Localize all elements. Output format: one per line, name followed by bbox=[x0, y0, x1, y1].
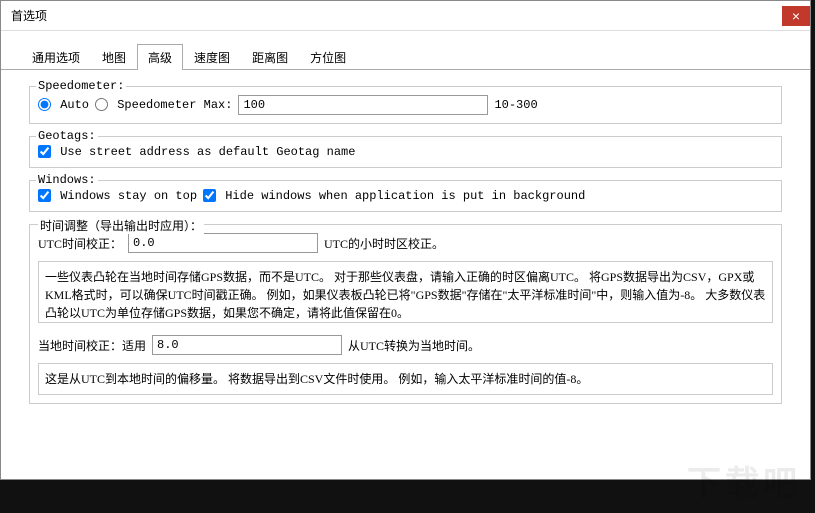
utc-description[interactable]: 一些仪表凸轮在当地时间存储GPS数据，而不是UTC。 对于那些仪表盘，请输入正确… bbox=[38, 261, 773, 323]
tab-3[interactable]: 速度图 bbox=[183, 44, 241, 70]
tab-4[interactable]: 距离图 bbox=[241, 44, 299, 70]
local-correction-label: 当地时间校正：适用 bbox=[38, 337, 146, 354]
local-correction-hint: 从UTC转换为当地时间。 bbox=[348, 337, 480, 354]
legend-windows: Windows: bbox=[36, 173, 98, 187]
radio-auto-label[interactable]: Auto bbox=[38, 98, 89, 112]
checkbox-stay-top[interactable] bbox=[38, 189, 51, 202]
checkbox-hide-bg[interactable] bbox=[203, 189, 216, 202]
checkbox-stay-top-label[interactable]: Windows stay on top bbox=[38, 189, 197, 203]
legend-speedometer: Speedometer: bbox=[36, 79, 126, 93]
local-correction-input[interactable] bbox=[152, 335, 342, 355]
checkbox-hide-bg-label[interactable]: Hide windows when application is put in … bbox=[203, 189, 585, 203]
group-speedometer: Speedometer: Auto Speedometer Max: 10-30… bbox=[29, 86, 782, 124]
titlebar: 首选项 × bbox=[1, 1, 810, 31]
speedometer-range-hint: 10-300 bbox=[494, 98, 537, 112]
tab-content-advanced: Speedometer: Auto Speedometer Max: 10-30… bbox=[1, 70, 810, 414]
radio-auto[interactable] bbox=[38, 98, 51, 111]
group-time-adjust: 时间调整（导出输出时应用）： UTC时间校正： UTC的小时时区校正。 一些仪表… bbox=[29, 224, 782, 404]
tab-1[interactable]: 地图 bbox=[91, 44, 137, 70]
utc-correction-label: UTC时间校正： bbox=[38, 235, 122, 252]
utc-correction-hint: UTC的小时时区校正。 bbox=[324, 235, 444, 252]
checkbox-street[interactable] bbox=[38, 145, 51, 158]
window-title: 首选项 bbox=[11, 7, 47, 24]
legend-time-adjust: 时间调整（导出输出时应用）： bbox=[38, 217, 204, 234]
preferences-window: 首选项 × 通用选项地图高级速度图距离图方位图 Speedometer: Aut… bbox=[0, 0, 811, 480]
close-button[interactable]: × bbox=[782, 6, 810, 26]
tab-5[interactable]: 方位图 bbox=[299, 44, 357, 70]
tab-2[interactable]: 高级 bbox=[137, 44, 183, 70]
group-geotags: Geotags: Use street address as default G… bbox=[29, 136, 782, 168]
utc-correction-input[interactable] bbox=[128, 233, 318, 253]
group-windows: Windows: Windows stay on top Hide window… bbox=[29, 180, 782, 212]
checkbox-street-label[interactable]: Use street address as default Geotag nam… bbox=[38, 145, 355, 159]
speedometer-max-input[interactable] bbox=[238, 95, 488, 115]
tab-bar: 通用选项地图高级速度图距离图方位图 bbox=[1, 31, 810, 70]
tab-0[interactable]: 通用选项 bbox=[21, 44, 91, 70]
close-icon: × bbox=[792, 8, 800, 24]
radio-max-label[interactable]: Speedometer Max: bbox=[95, 98, 232, 112]
local-description[interactable]: 这是从UTC到本地时间的偏移量。 将数据导出到CSV文件时使用。 例如，输入太平… bbox=[38, 363, 773, 395]
radio-max[interactable] bbox=[95, 98, 108, 111]
legend-geotags: Geotags: bbox=[36, 129, 98, 143]
